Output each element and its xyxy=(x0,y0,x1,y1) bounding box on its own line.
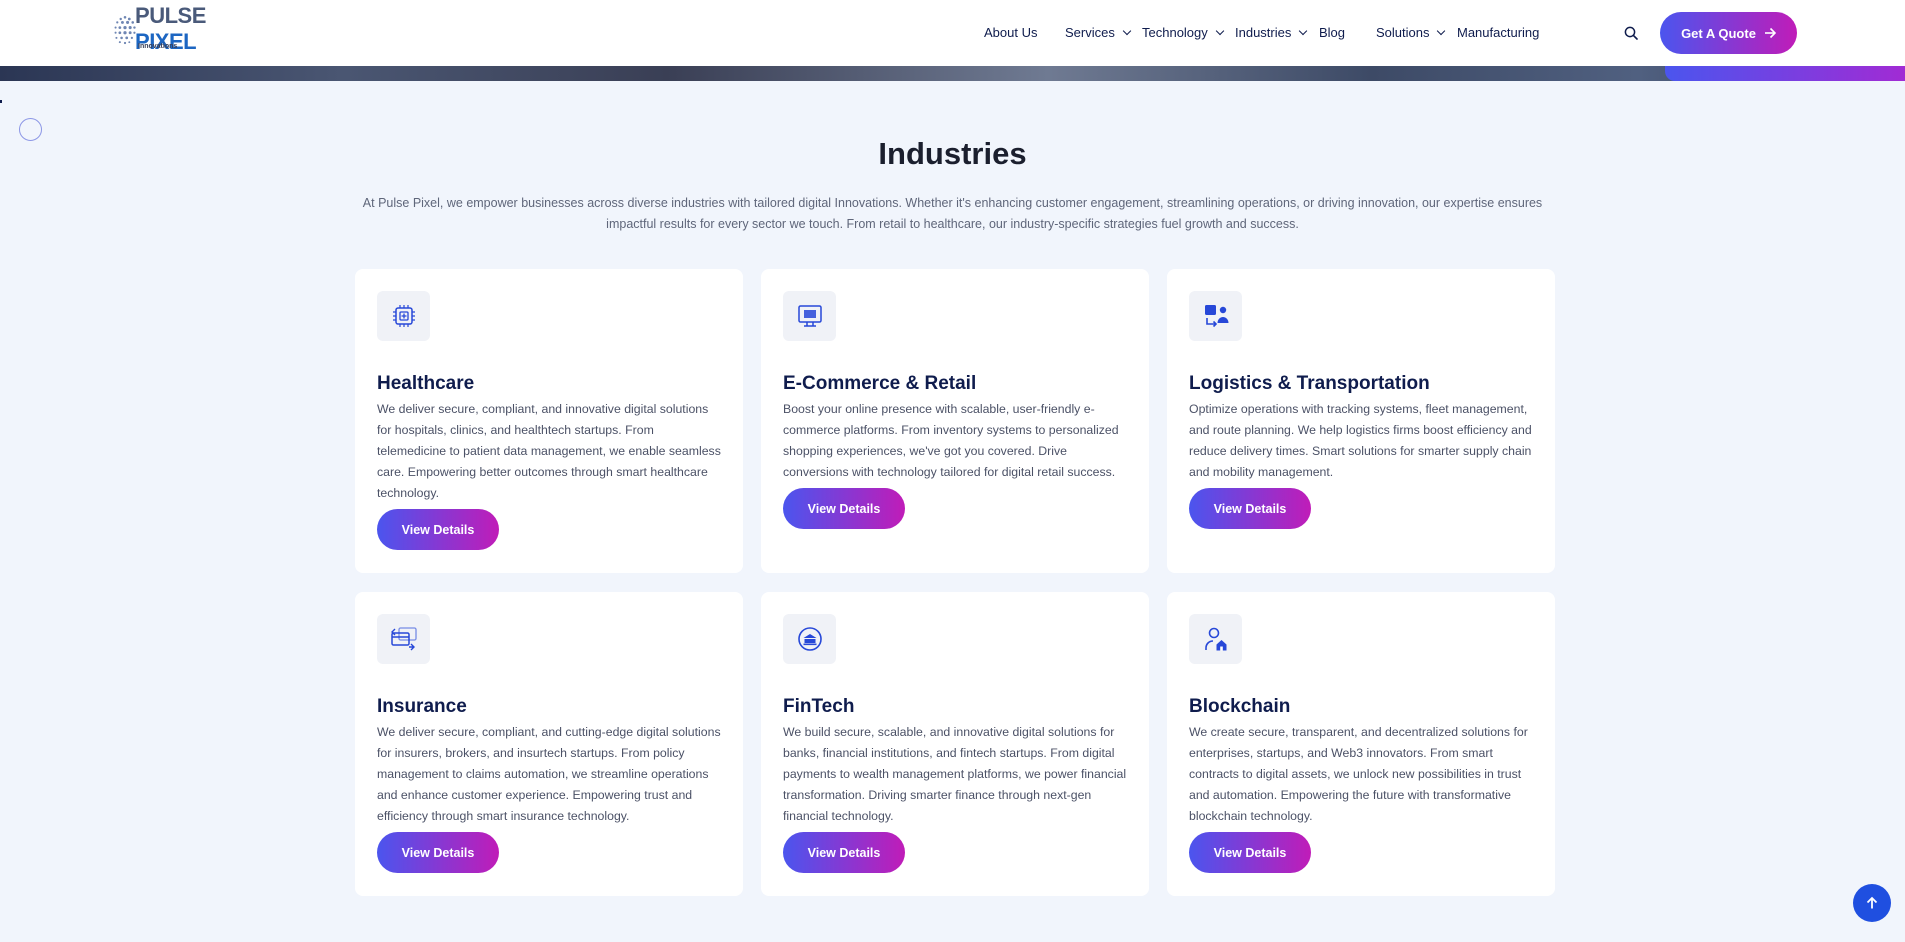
view-details-button[interactable]: View Details xyxy=(377,509,499,550)
nav-manufacturing[interactable]: Manufacturing xyxy=(1457,25,1539,40)
industry-card-insurance: Insurance We deliver secure, compliant, … xyxy=(355,592,743,896)
hero-image-strip xyxy=(0,66,1905,81)
industry-card-logistics: Logistics & Transportation Optimize oper… xyxy=(1167,269,1555,573)
chevron-down-icon xyxy=(1122,26,1132,36)
industry-card-fintech: FinTech We build secure, scalable, and i… xyxy=(761,592,1149,896)
medical-chip-icon xyxy=(392,305,415,327)
view-details-button[interactable]: View Details xyxy=(783,832,905,873)
view-details-button[interactable]: View Details xyxy=(1189,832,1311,873)
section-title: Industries xyxy=(878,136,1027,171)
card-title: Healthcare xyxy=(377,373,475,394)
card-description: We build secure, scalable, and innovativ… xyxy=(783,725,1127,823)
delivery-person-icon xyxy=(1204,305,1228,328)
globe-dots-icon xyxy=(114,15,136,45)
view-details-button[interactable]: View Details xyxy=(783,488,905,529)
arrow-right-icon xyxy=(1764,27,1776,39)
card-exchange-icon xyxy=(390,627,417,651)
card-description: Optimize operations with tracking system… xyxy=(1189,402,1532,479)
arrow-up-icon xyxy=(1866,896,1878,909)
industry-card-blockchain: Blockchain We create secure, transparent… xyxy=(1167,592,1555,896)
chevron-down-icon xyxy=(1437,26,1446,36)
nav-industries[interactable]: Industries xyxy=(1235,25,1308,40)
logo[interactable]: PULSE PIXEL Innovations xyxy=(113,3,253,56)
industry-card-ecommerce: E-Commerce & Retail Boost your online pr… xyxy=(761,269,1149,573)
coin-bank-icon xyxy=(797,627,822,651)
card-title: Blockchain xyxy=(1189,696,1291,717)
card-description: Boost your online presence with scalable… xyxy=(783,402,1119,479)
nav-blog[interactable]: Blog xyxy=(1319,25,1345,40)
hero-accent-banner xyxy=(1665,66,1905,81)
chevron-down-icon xyxy=(1299,26,1308,36)
scroll-to-top-button[interactable] xyxy=(1853,884,1891,922)
chevron-down-icon xyxy=(1215,26,1225,36)
card-description: We deliver secure, compliant, and cuttin… xyxy=(377,725,721,823)
industry-card-healthcare: Healthcare We deliver secure, compliant,… xyxy=(355,269,743,573)
card-description: We deliver secure, compliant, and innova… xyxy=(377,402,721,500)
nav-solutions[interactable]: Solutions xyxy=(1376,25,1446,40)
nav-technology[interactable]: Technology xyxy=(1142,25,1225,40)
search-icon[interactable] xyxy=(1624,26,1638,40)
view-details-button[interactable]: View Details xyxy=(377,832,499,873)
logo-tagline: Innovations xyxy=(138,43,178,50)
site-header: PULSE PIXEL Innovations About Us Service… xyxy=(0,0,1905,66)
card-title: E-Commerce & Retail xyxy=(783,373,977,394)
card-title: Logistics & Transportation xyxy=(1189,373,1430,394)
decorative-dot xyxy=(0,100,2,103)
card-title: FinTech xyxy=(783,696,855,717)
nav-about-us[interactable]: About Us xyxy=(984,25,1037,40)
get-a-quote-button[interactable]: Get A Quote xyxy=(1660,12,1797,54)
card-title: Insurance xyxy=(377,696,467,717)
section-description: At Pulse Pixel, we empower businesses ac… xyxy=(362,196,1543,231)
card-description: We create secure, transparent, and decen… xyxy=(1189,725,1528,823)
monitor-store-icon xyxy=(797,305,822,327)
view-details-button[interactable]: View Details xyxy=(1189,488,1311,529)
user-home-icon xyxy=(1204,627,1226,651)
nav-services[interactable]: Services xyxy=(1065,25,1132,40)
